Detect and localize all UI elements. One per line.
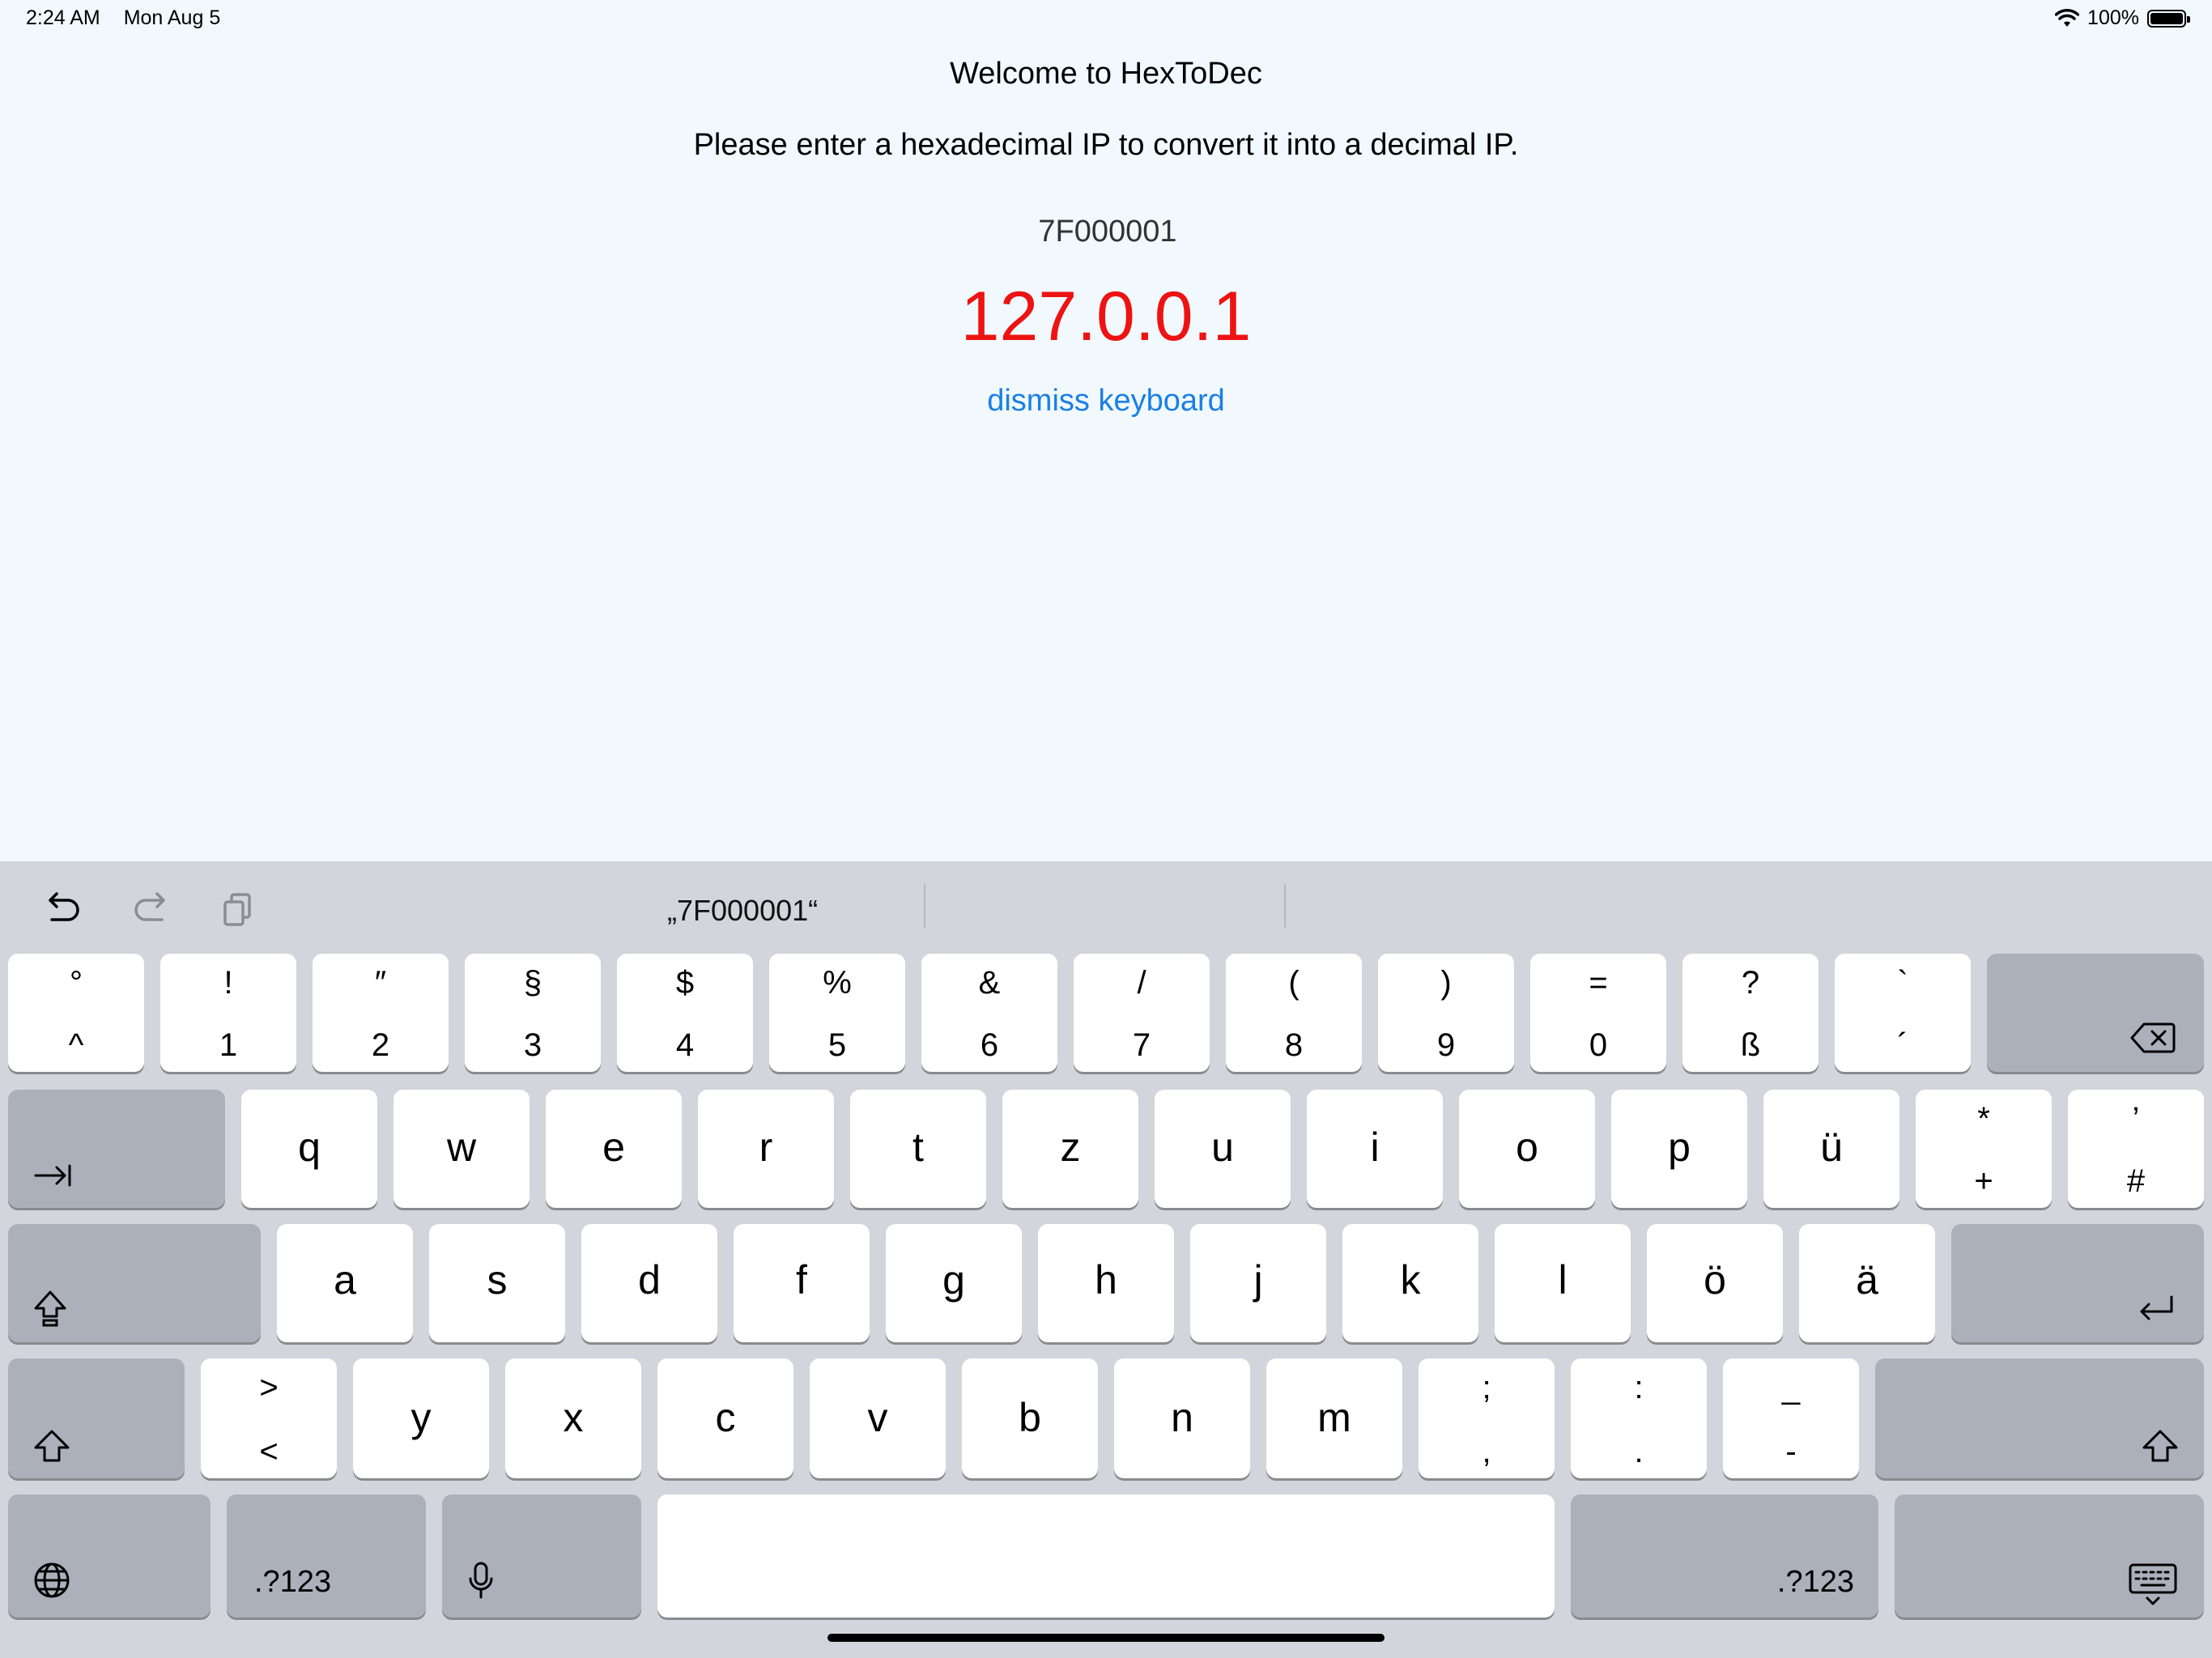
microphone-icon bbox=[469, 1562, 493, 1599]
backspace-icon bbox=[2130, 1022, 2176, 1053]
wifi-icon bbox=[2055, 8, 2080, 27]
key[interactable]: o bbox=[1459, 1090, 1595, 1208]
key[interactable]: ;, bbox=[1419, 1358, 1555, 1478]
paste-icon[interactable] bbox=[220, 891, 259, 929]
key[interactable]: t bbox=[850, 1090, 986, 1208]
key[interactable]: g bbox=[886, 1224, 1022, 1342]
key[interactable]: :. bbox=[1571, 1358, 1707, 1478]
battery-percent: 100% bbox=[2087, 6, 2139, 29]
dismiss-keyboard-button[interactable]: dismiss keyboard bbox=[0, 384, 2212, 419]
key[interactable]: h bbox=[1038, 1224, 1174, 1342]
key[interactable]: ’ # bbox=[2068, 1090, 2204, 1208]
return-icon bbox=[2140, 1295, 2173, 1320]
globe-icon bbox=[34, 1562, 70, 1598]
decimal-result: 127.0.0.1 bbox=[960, 278, 1252, 355]
caps-lock-key[interactable] bbox=[8, 1224, 261, 1342]
key[interactable]: $4 bbox=[617, 954, 753, 1072]
key[interactable]: = 0 bbox=[1530, 954, 1666, 1072]
numbers-key-right[interactable]: .?123 bbox=[1571, 1494, 1878, 1618]
key[interactable]: a bbox=[277, 1224, 413, 1342]
battery-icon bbox=[2147, 9, 2190, 28]
key[interactable]: x bbox=[505, 1358, 641, 1478]
delete-key[interactable] bbox=[1987, 954, 2204, 1072]
hide-keyboard-key[interactable] bbox=[1895, 1494, 2204, 1618]
shift-key-right[interactable] bbox=[1875, 1358, 2204, 1478]
caps-lock-icon bbox=[34, 1290, 66, 1327]
shift-icon bbox=[2142, 1430, 2178, 1462]
key[interactable]: e bbox=[546, 1090, 682, 1208]
home-indicator[interactable] bbox=[827, 1634, 1385, 1642]
key[interactable]: p bbox=[1611, 1090, 1747, 1208]
key[interactable]: m bbox=[1266, 1358, 1402, 1478]
key[interactable]: f bbox=[734, 1224, 870, 1342]
key[interactable]: s bbox=[429, 1224, 565, 1342]
key[interactable]: q bbox=[241, 1090, 377, 1208]
redo-icon[interactable] bbox=[131, 891, 170, 929]
status-bar-left: 2:24 AM Mon Aug 5 bbox=[26, 6, 238, 30]
page-title: Welcome to HexToDec bbox=[950, 57, 1262, 91]
status-bar-right: 100% bbox=[2055, 6, 2190, 30]
key[interactable]: /7 bbox=[1074, 954, 1210, 1072]
keyboard-dismiss-icon bbox=[2129, 1563, 2177, 1605]
shift-key-left[interactable] bbox=[8, 1358, 185, 1478]
undo-icon[interactable] bbox=[44, 891, 83, 929]
key[interactable]: z bbox=[1002, 1090, 1138, 1208]
key[interactable]: i bbox=[1307, 1090, 1443, 1208]
key[interactable]: c bbox=[657, 1358, 793, 1478]
key[interactable]: ! 1 bbox=[160, 954, 296, 1072]
shift-icon bbox=[34, 1430, 70, 1462]
key[interactable]: & 6 bbox=[921, 954, 1057, 1072]
return-key[interactable] bbox=[1951, 1224, 2204, 1342]
key[interactable]: % 5 bbox=[769, 954, 905, 1072]
key[interactable]: d bbox=[581, 1224, 717, 1342]
key[interactable]: * + bbox=[1916, 1090, 2052, 1208]
key[interactable]: u bbox=[1155, 1090, 1291, 1208]
key[interactable]: l bbox=[1495, 1224, 1631, 1342]
key[interactable]: n bbox=[1114, 1358, 1250, 1478]
key[interactable]: (8 bbox=[1226, 954, 1362, 1072]
key[interactable]: ° ^ bbox=[8, 954, 144, 1072]
status-date: Mon Aug 5 bbox=[123, 6, 221, 29]
numbers-key-left[interactable]: .?123 bbox=[227, 1494, 426, 1618]
key[interactable]: r bbox=[698, 1090, 834, 1208]
globe-key[interactable] bbox=[8, 1494, 211, 1618]
key[interactable]: ä bbox=[1799, 1224, 1935, 1342]
key[interactable]: j bbox=[1190, 1224, 1326, 1342]
key[interactable]: v bbox=[810, 1358, 946, 1478]
space-key[interactable] bbox=[657, 1494, 1555, 1618]
key[interactable]: w bbox=[393, 1090, 530, 1208]
key[interactable]: k bbox=[1342, 1224, 1478, 1342]
key[interactable]: ) 9 bbox=[1378, 954, 1514, 1072]
status-time: 2:24 AM bbox=[26, 6, 100, 29]
key[interactable]: ? ß bbox=[1682, 954, 1819, 1072]
dismiss-keyboard-label: dismiss keyboard bbox=[987, 384, 1225, 418]
key[interactable]: § 3 bbox=[465, 954, 601, 1072]
key[interactable]: ö bbox=[1647, 1224, 1783, 1342]
key[interactable]: _ - bbox=[1723, 1358, 1859, 1478]
key[interactable]: > < bbox=[201, 1358, 337, 1478]
tab-icon bbox=[34, 1164, 71, 1187]
key[interactable]: ü bbox=[1763, 1090, 1899, 1208]
suggestion-divider bbox=[1284, 884, 1286, 928]
dictation-key[interactable] bbox=[442, 1494, 641, 1618]
hex-input[interactable] bbox=[944, 214, 1271, 250]
key[interactable]: ″ 2 bbox=[313, 954, 449, 1072]
suggestion-divider bbox=[924, 884, 925, 928]
key[interactable]: b bbox=[962, 1358, 1098, 1478]
autocorrect-suggestion[interactable]: „7F000001“ bbox=[667, 894, 818, 928]
tab-key[interactable] bbox=[8, 1090, 225, 1208]
key[interactable]: y bbox=[353, 1358, 489, 1478]
instructions-text: Please enter a hexadecimal IP to convert… bbox=[693, 128, 1519, 162]
key[interactable]: ` ´ bbox=[1835, 954, 1971, 1072]
